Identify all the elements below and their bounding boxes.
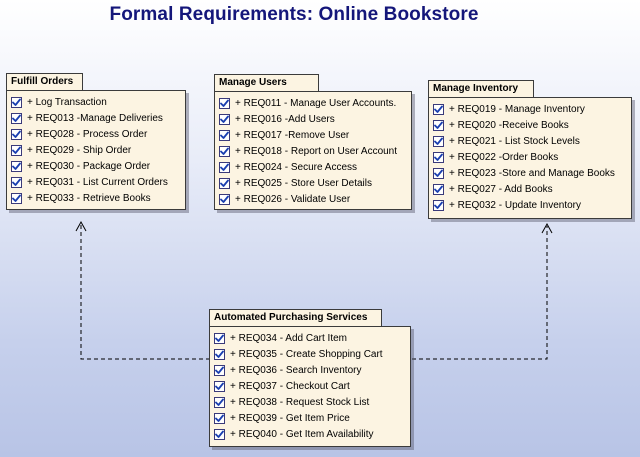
requirement-label: + REQ016 -Add Users <box>235 113 335 125</box>
checkbox-icon <box>11 160 22 172</box>
requirement-item[interactable]: + REQ025 - Store User Details <box>219 175 411 191</box>
requirement-label: + REQ040 - Get Item Availability <box>230 428 374 440</box>
checkbox-icon <box>214 364 225 376</box>
package-tab: Fulfill Orders <box>6 73 83 90</box>
requirement-label: + REQ013 -Manage Deliveries <box>27 112 163 124</box>
requirement-label: + REQ020 -Receive Books <box>449 119 569 131</box>
requirement-label: + REQ033 - Retrieve Books <box>27 192 151 204</box>
requirement-item[interactable]: + REQ039 - Get Item Price <box>214 410 410 426</box>
requirement-item[interactable]: + REQ018 - Report on User Account <box>219 143 411 159</box>
requirement-item[interactable]: + REQ013 -Manage Deliveries <box>11 110 185 126</box>
requirement-label: + REQ022 -Order Books <box>449 151 559 163</box>
checkbox-icon <box>433 103 444 115</box>
requirement-label: + REQ021 - List Stock Levels <box>449 135 580 147</box>
checkbox-icon <box>214 428 225 440</box>
requirement-item[interactable]: + REQ032 - Update Inventory <box>433 197 631 213</box>
requirement-item[interactable]: + REQ033 - Retrieve Books <box>11 190 185 206</box>
requirement-item[interactable]: + Log Transaction <box>11 94 185 110</box>
requirement-label: + REQ038 - Request Stock List <box>230 396 370 408</box>
requirement-label: + REQ018 - Report on User Account <box>235 145 398 157</box>
checkbox-icon <box>11 96 22 108</box>
checkbox-icon <box>219 97 230 109</box>
requirement-label: + REQ024 - Secure Access <box>235 161 358 173</box>
requirement-item[interactable]: + REQ023 -Store and Manage Books <box>433 165 631 181</box>
requirement-label: + REQ037 - Checkout Cart <box>230 380 350 392</box>
requirement-item[interactable]: + REQ028 - Process Order <box>11 126 185 142</box>
checkbox-icon <box>214 396 225 408</box>
package-tab: Manage Inventory <box>428 80 534 97</box>
requirement-item[interactable]: + REQ017 -Remove User <box>219 127 411 143</box>
requirement-label: + REQ030 - Package Order <box>27 160 151 172</box>
checkbox-icon <box>11 176 22 188</box>
package-body: + REQ011 - Manage User Accounts. + REQ01… <box>214 91 412 210</box>
requirement-label: + REQ027 - Add Books <box>449 183 553 195</box>
requirement-label: + Log Transaction <box>27 96 107 108</box>
requirement-item[interactable]: + REQ031 - List Current Orders <box>11 174 185 190</box>
package-tab: Manage Users <box>214 74 319 91</box>
checkbox-icon <box>219 113 230 125</box>
requirement-item[interactable]: + REQ022 -Order Books <box>433 149 631 165</box>
requirement-label: + REQ034 - Add Cart Item <box>230 332 347 344</box>
checkbox-icon <box>219 129 230 141</box>
requirement-item[interactable]: + REQ040 - Get Item Availability <box>214 426 410 442</box>
checkbox-icon <box>214 412 225 424</box>
requirement-item[interactable]: + REQ034 - Add Cart Item <box>214 330 410 346</box>
requirement-label: + REQ029 - Ship Order <box>27 144 132 156</box>
requirement-item[interactable]: + REQ011 - Manage User Accounts. <box>219 95 411 111</box>
checkbox-icon <box>219 161 230 173</box>
requirement-item[interactable]: + REQ027 - Add Books <box>433 181 631 197</box>
requirement-label: + REQ025 - Store User Details <box>235 177 372 189</box>
requirement-item[interactable]: + REQ030 - Package Order <box>11 158 185 174</box>
requirement-item[interactable]: + REQ021 - List Stock Levels <box>433 133 631 149</box>
checkbox-icon <box>433 167 444 179</box>
requirement-label: + REQ028 - Process Order <box>27 128 148 140</box>
requirement-label: + REQ032 - Update Inventory <box>449 199 582 211</box>
requirement-item[interactable]: + REQ016 -Add Users <box>219 111 411 127</box>
checkbox-icon <box>11 144 22 156</box>
requirement-label: + REQ026 - Validate User <box>235 193 351 205</box>
requirement-item[interactable]: + REQ019 - Manage Inventory <box>433 101 631 117</box>
checkbox-icon <box>433 151 444 163</box>
dependency-line-fulfill-orders <box>80 224 210 360</box>
package-body: + REQ019 - Manage Inventory + REQ020 -Re… <box>428 97 632 219</box>
requirement-label: + REQ031 - List Current Orders <box>27 176 168 188</box>
checkbox-icon <box>214 348 225 360</box>
checkbox-icon <box>433 199 444 211</box>
dependency-line-manage-inventory <box>412 226 548 360</box>
checkbox-icon <box>219 177 230 189</box>
checkbox-icon <box>11 128 22 140</box>
requirement-label: + REQ019 - Manage Inventory <box>449 103 585 115</box>
requirement-item[interactable]: + REQ026 - Validate User <box>219 191 411 207</box>
requirement-label: + REQ011 - Manage User Accounts. <box>235 97 397 109</box>
checkbox-icon <box>214 332 225 344</box>
requirement-item[interactable]: + REQ029 - Ship Order <box>11 142 185 158</box>
checkbox-icon <box>219 145 230 157</box>
package-tab: Automated Purchasing Services <box>209 309 382 326</box>
checkbox-icon <box>214 380 225 392</box>
checkbox-icon <box>433 183 444 195</box>
checkbox-icon <box>433 119 444 131</box>
package-body: + Log Transaction + REQ013 -Manage Deliv… <box>6 90 186 210</box>
package-body: + REQ034 - Add Cart Item + REQ035 - Crea… <box>209 326 411 447</box>
requirement-item[interactable]: + REQ037 - Checkout Cart <box>214 378 410 394</box>
requirement-item[interactable]: + REQ036 - Search Inventory <box>214 362 410 378</box>
requirement-item[interactable]: + REQ035 - Create Shopping Cart <box>214 346 410 362</box>
requirement-label: + REQ039 - Get Item Price <box>230 412 350 424</box>
checkbox-icon <box>11 192 22 204</box>
checkbox-icon <box>11 112 22 124</box>
requirement-item[interactable]: + REQ024 - Secure Access <box>219 159 411 175</box>
requirement-item[interactable]: + REQ020 -Receive Books <box>433 117 631 133</box>
requirement-label: + REQ023 -Store and Manage Books <box>449 167 615 179</box>
checkbox-icon <box>219 193 230 205</box>
checkbox-icon <box>433 135 444 147</box>
requirement-label: + REQ017 -Remove User <box>235 129 350 141</box>
requirement-label: + REQ035 - Create Shopping Cart <box>230 348 383 360</box>
requirement-label: + REQ036 - Search Inventory <box>230 364 362 376</box>
requirement-item[interactable]: + REQ038 - Request Stock List <box>214 394 410 410</box>
